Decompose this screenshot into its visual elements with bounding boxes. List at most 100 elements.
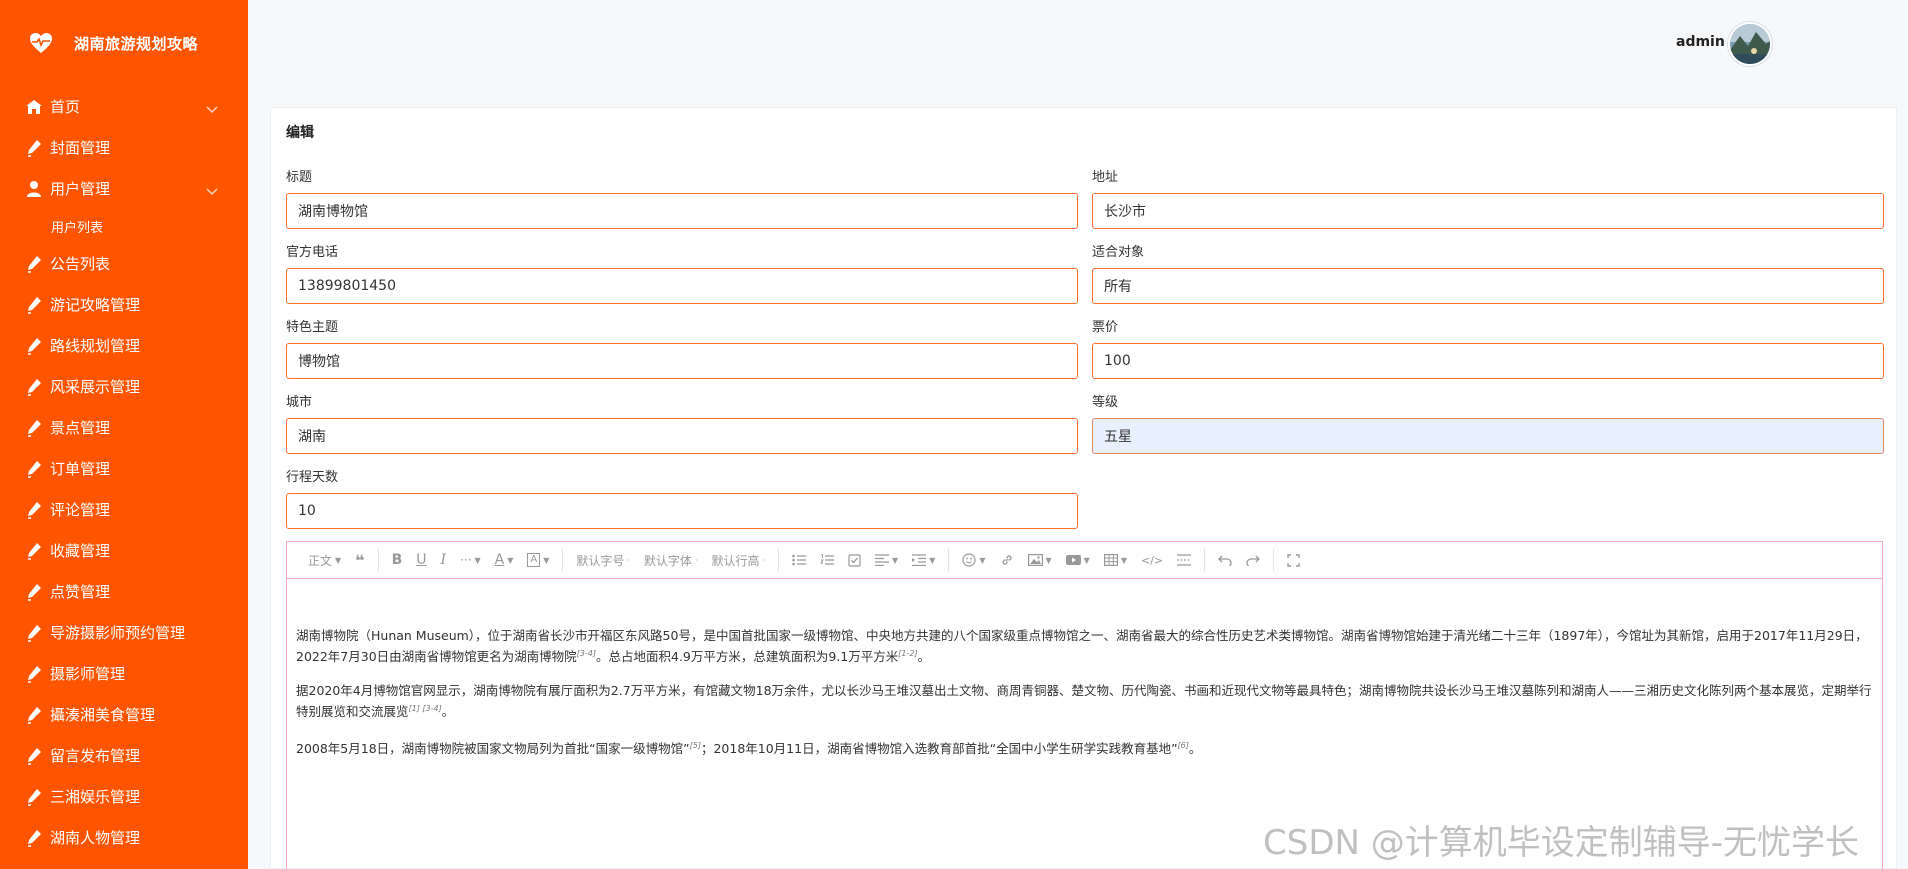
days-label: 行程天数: [286, 470, 339, 485]
sidebar-item-guide-booking[interactable]: 导游摄影师预约管理: [0, 612, 248, 653]
sidebar-item-users[interactable]: 用户管理: [0, 168, 248, 209]
sidebar-item-label: 用户管理: [50, 180, 111, 198]
emoji-button[interactable]: ▼: [955, 548, 992, 572]
sidebar-item-messages[interactable]: 留言发布管理: [0, 735, 248, 776]
pen-icon: [24, 459, 44, 479]
theme-input[interactable]: [286, 343, 1078, 379]
city-input[interactable]: [286, 418, 1078, 454]
citation[interactable]: [3-4]: [577, 649, 596, 658]
table-button[interactable]: ▼: [1097, 548, 1134, 572]
divider-button[interactable]: [1170, 548, 1198, 572]
chevron-down-icon: [206, 181, 218, 200]
days-field: 行程天数: [286, 466, 1078, 529]
caret-down-icon: ▼: [929, 555, 936, 565]
sidebar-item-scenic-spots[interactable]: 景点管理: [0, 407, 248, 448]
pen-icon: [24, 336, 44, 356]
price-field: 票价: [1092, 316, 1884, 379]
title-input[interactable]: [286, 193, 1078, 229]
sidebar-item-cover[interactable]: 封面管理: [0, 127, 248, 168]
indent-icon: [912, 554, 927, 566]
caret-down-icon: ▼: [335, 555, 342, 565]
todo-list-button[interactable]: [841, 548, 868, 572]
redo-button[interactable]: [1239, 548, 1267, 572]
paragraph-text: 湖南博物院（Hunan Museum），位于湖南省长沙市开福区东风路50号，是中…: [296, 628, 1868, 665]
pen-icon: [24, 582, 44, 602]
days-input[interactable]: [286, 493, 1078, 529]
sidebar-item-people[interactable]: 湖南人物管理: [0, 817, 248, 858]
sidebar-item-photographers[interactable]: 摄影师管理: [0, 653, 248, 694]
sidebar-item-favorites[interactable]: 收藏管理: [0, 530, 248, 571]
link-icon: [1000, 553, 1014, 567]
sidebar-item-label: 封面管理: [50, 139, 111, 157]
theme-label: 特色主题: [286, 320, 339, 335]
heart-pulse-icon: [28, 30, 54, 56]
indent-button[interactable]: ▼: [905, 548, 942, 572]
bold-button[interactable]: B: [385, 548, 410, 572]
caret-down-icon: ▼: [1120, 555, 1127, 565]
fullscreen-button[interactable]: [1280, 548, 1307, 572]
numbered-list-button[interactable]: [813, 548, 841, 572]
avatar[interactable]: [1728, 22, 1772, 66]
sidebar-item-orders[interactable]: 订单管理: [0, 448, 248, 489]
font-family-label: 默认字体: [643, 553, 692, 568]
sidebar-item-entertainment[interactable]: 三湘娱乐管理: [0, 776, 248, 817]
bullet-list-icon: [792, 554, 807, 566]
citation[interactable]: [1] [3-4]: [409, 704, 442, 713]
audience-input[interactable]: [1092, 268, 1884, 304]
image-button[interactable]: ▼: [1021, 548, 1059, 572]
italic-button[interactable]: I: [433, 548, 453, 572]
sidebar-item-travel-notes[interactable]: 游记攻略管理: [0, 284, 248, 325]
line-height-select[interactable]: 默认行高 ·: [704, 548, 772, 572]
level-input[interactable]: [1092, 418, 1884, 454]
brand: 湖南旅游规划攻略: [28, 30, 198, 56]
citation[interactable]: [1-2]: [898, 649, 917, 658]
sidebar-item-route-planning[interactable]: 路线规划管理: [0, 325, 248, 366]
sidebar-item-notices[interactable]: 公告列表: [0, 243, 248, 284]
address-input[interactable]: [1092, 193, 1884, 229]
sidebar-item-cuisine[interactable]: 攝湊湘美食管理: [0, 694, 248, 735]
editor-content[interactable]: 湖南博物院（Hunan Museum），位于湖南省长沙市开福区东风路50号，是中…: [287, 579, 1882, 770]
quote-icon: ❝: [355, 550, 365, 570]
font-size-select[interactable]: 默认字号 ·: [569, 548, 637, 572]
align-button[interactable]: ▼: [868, 548, 905, 572]
top-header: admin: [248, 0, 1908, 88]
sidebar-item-comments[interactable]: 评论管理: [0, 489, 248, 530]
content-paragraph: 据2020年4月博物馆官网显示，湖南博物院有展厅面积为2.7万平方米，有馆藏文物…: [296, 682, 1873, 721]
italic-icon: I: [440, 552, 447, 568]
paragraph-format-select[interactable]: 正文 ▼: [301, 548, 348, 572]
background-color-button[interactable]: A ▼: [520, 548, 556, 572]
sidebar-subitem-user-list[interactable]: 用户列表: [0, 209, 248, 243]
link-button[interactable]: [993, 548, 1021, 572]
caret-down-icon: ·: [762, 555, 766, 565]
sidebar-item-label: 导游摄影师预约管理: [50, 624, 186, 642]
sidebar-item-label: 三湘娱乐管理: [50, 788, 141, 806]
chevron-down-icon: [206, 99, 218, 118]
pen-icon: [24, 295, 44, 315]
citation[interactable]: [5]: [690, 741, 701, 750]
undo-button[interactable]: [1211, 548, 1239, 572]
bullet-list-button[interactable]: [785, 548, 813, 572]
font-color-button[interactable]: A ▼: [488, 548, 521, 572]
pen-icon: [24, 664, 44, 684]
toolbar-divider: [1204, 549, 1206, 571]
font-family-select[interactable]: 默认字体 ·: [637, 548, 705, 572]
code-button[interactable]: </>: [1134, 548, 1170, 572]
citation[interactable]: [6]: [1178, 741, 1189, 750]
username[interactable]: admin: [1676, 34, 1725, 50]
toolbar-divider: [1273, 549, 1275, 571]
underline-button[interactable]: U: [409, 548, 433, 572]
pen-icon: [24, 377, 44, 397]
quote-button[interactable]: ❝: [348, 548, 371, 572]
sidebar-item-showcase[interactable]: 风采展示管理: [0, 366, 248, 407]
sidebar-item-home[interactable]: 首页: [0, 86, 248, 127]
sidebar-item-likes[interactable]: 点赞管理: [0, 571, 248, 612]
image-icon: [1027, 554, 1043, 566]
sidebar-item-label: 评论管理: [50, 501, 111, 519]
font-color-icon: A: [494, 552, 505, 568]
paragraph-format-label: 正文: [308, 553, 333, 568]
price-input[interactable]: [1092, 343, 1884, 379]
paragraph-text: 。: [1188, 741, 1202, 757]
more-style-button[interactable]: ··· ▼: [453, 548, 488, 572]
video-button[interactable]: ▼: [1059, 548, 1097, 572]
phone-input[interactable]: [286, 268, 1078, 304]
